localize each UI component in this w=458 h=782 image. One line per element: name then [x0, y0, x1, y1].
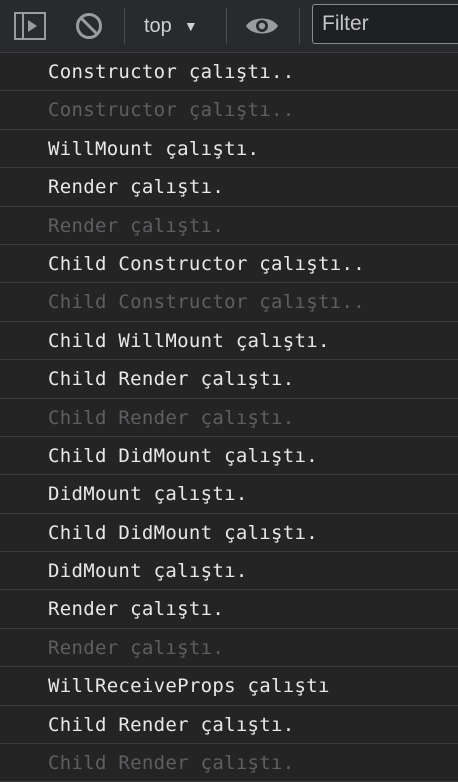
console-message: Child WillMount çalıştı.: [0, 322, 458, 361]
console-message: Constructor çalıştı..: [0, 53, 458, 92]
console-message: DidMount çalıştı.: [0, 552, 458, 591]
filter-input[interactable]: [312, 4, 458, 44]
console-message: Child Render çalıştı.: [0, 744, 458, 782]
context-selector[interactable]: top ▼: [136, 8, 216, 44]
chevron-down-icon: ▼: [183, 18, 198, 34]
console-message: Child DidMount çalıştı.: [0, 514, 458, 553]
console-message: Child Constructor çalıştı..: [0, 245, 458, 284]
eye-icon: [246, 18, 278, 34]
toolbar-divider: [124, 8, 125, 44]
console-message: Render çalıştı.: [0, 168, 458, 207]
console-message: DidMount çalıştı.: [0, 475, 458, 514]
console-message: Render çalıştı.: [0, 629, 458, 668]
console-message: WillMount çalıştı.: [0, 130, 458, 169]
sidebar-toggle-icon: [14, 12, 46, 40]
clear-console-button[interactable]: [72, 10, 106, 42]
console-message: Child DidMount çalıştı.: [0, 437, 458, 476]
console-message: Render çalıştı.: [0, 207, 458, 245]
clear-console-icon: [76, 13, 102, 39]
console-message: Child Render çalıştı.: [0, 706, 458, 745]
console-message: Child Render çalıştı.: [0, 360, 458, 399]
context-label: top: [144, 14, 172, 37]
console-message: Child Constructor çalıştı..: [0, 283, 458, 322]
console-message: Render çalıştı.: [0, 590, 458, 629]
console-toolbar: top ▼: [0, 0, 458, 53]
console-message: Child Render çalıştı.: [0, 399, 458, 437]
toolbar-divider: [299, 8, 300, 44]
console-messages: Constructor çalıştı.. Constructor çalıştı…: [0, 53, 458, 782]
console-message: WillReceiveProps çalıştı: [0, 667, 458, 706]
sidebar-toggle-button[interactable]: [13, 11, 47, 41]
console-message: Constructor çalıştı..: [0, 91, 458, 130]
live-expression-button[interactable]: [242, 10, 282, 42]
toolbar-divider: [226, 8, 227, 44]
